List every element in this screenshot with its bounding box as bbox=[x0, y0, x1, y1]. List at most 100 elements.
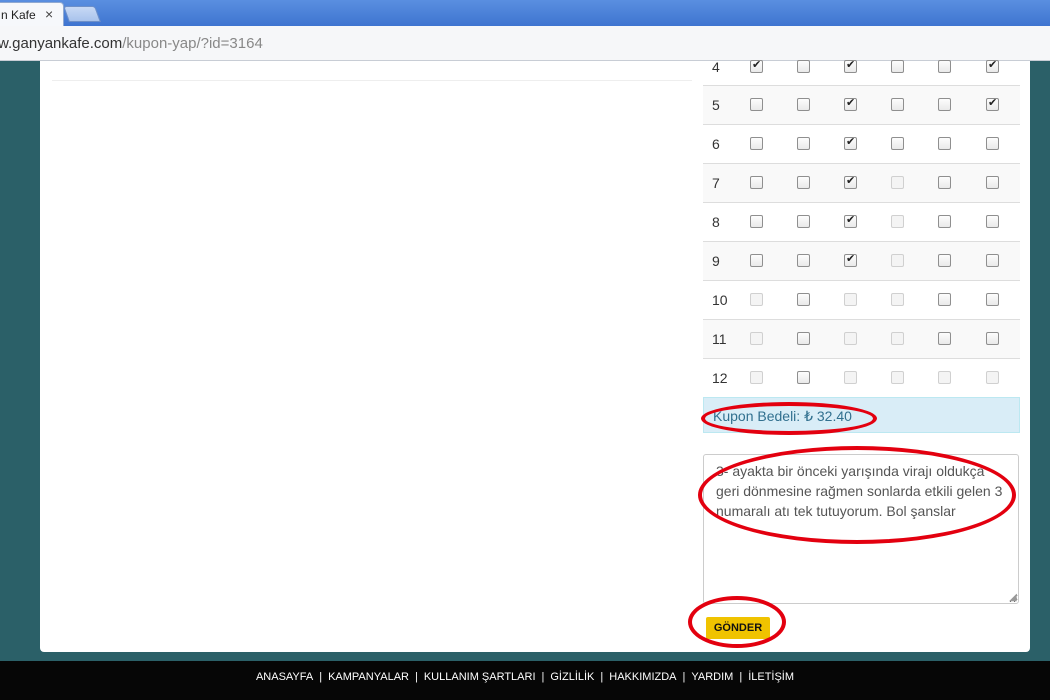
row-number: 4 bbox=[712, 59, 720, 75]
selection-checkbox[interactable] bbox=[938, 332, 951, 345]
footer-link[interactable]: HAKKIMIZDA bbox=[609, 671, 676, 683]
selection-checkbox[interactable] bbox=[938, 137, 951, 150]
selection-checkbox[interactable] bbox=[750, 176, 763, 189]
selection-checkbox[interactable] bbox=[797, 293, 810, 306]
selection-checkbox bbox=[844, 371, 857, 384]
comment-textarea[interactable] bbox=[703, 454, 1019, 604]
url-path: /kupon-yap/?id=3164 bbox=[122, 35, 263, 52]
selection-checkbox[interactable] bbox=[844, 213, 857, 228]
selection-checkbox[interactable] bbox=[891, 60, 904, 73]
selection-checkbox bbox=[750, 371, 763, 384]
selection-checkbox[interactable] bbox=[750, 58, 763, 73]
selection-checkbox[interactable] bbox=[938, 176, 951, 189]
selection-checkbox[interactable] bbox=[986, 58, 999, 73]
footer-link[interactable]: KULLANIM ŞARTLARI bbox=[424, 671, 536, 683]
footer-separator: | bbox=[682, 671, 686, 683]
coupon-price: Kupon Bedeli: ₺ 32.40 bbox=[713, 408, 852, 424]
selection-checkbox[interactable] bbox=[844, 58, 857, 73]
selection-checkbox[interactable] bbox=[844, 174, 857, 189]
row-number: 8 bbox=[712, 214, 720, 230]
selection-checkbox[interactable] bbox=[797, 60, 810, 73]
selection-checkbox[interactable] bbox=[938, 215, 951, 228]
footer-link[interactable]: ANASAYFA bbox=[256, 671, 313, 683]
send-button[interactable]: GÖNDER bbox=[706, 617, 770, 639]
table-row: 5 bbox=[703, 85, 1020, 124]
row-number: 5 bbox=[712, 97, 720, 113]
selection-checkbox[interactable] bbox=[844, 135, 857, 150]
selection-checkbox bbox=[891, 215, 904, 228]
selection-checkbox bbox=[750, 332, 763, 345]
selection-checkbox bbox=[891, 332, 904, 345]
selection-checkbox[interactable] bbox=[750, 137, 763, 150]
close-tab-icon[interactable]: × bbox=[45, 6, 53, 22]
selection-checkbox[interactable] bbox=[986, 96, 999, 111]
selection-checkbox[interactable] bbox=[797, 215, 810, 228]
footer: ANASAYFA | KAMPANYALAR | KULLANIM ŞARTLARI | G… bbox=[0, 661, 1050, 700]
row-number: 12 bbox=[712, 370, 728, 386]
selection-checkbox[interactable] bbox=[938, 98, 951, 111]
footer-separator: | bbox=[600, 671, 604, 683]
row-number: 6 bbox=[712, 136, 720, 152]
tab-title: n Kafe bbox=[1, 8, 36, 22]
selection-checkbox[interactable] bbox=[891, 137, 904, 150]
footer-separator: | bbox=[739, 671, 743, 683]
selection-checkbox bbox=[844, 332, 857, 345]
selection-checkbox[interactable] bbox=[844, 96, 857, 111]
selection-checkbox[interactable] bbox=[986, 215, 999, 228]
selection-checkbox bbox=[750, 293, 763, 306]
selection-checkbox bbox=[891, 293, 904, 306]
resize-grip-icon[interactable]: ◢ bbox=[1009, 592, 1017, 603]
selection-checkbox[interactable] bbox=[938, 254, 951, 267]
selection-checkbox[interactable] bbox=[938, 293, 951, 306]
browser-tab-bar: n Kafe × bbox=[0, 0, 1050, 26]
table-row: 4 bbox=[703, 58, 1020, 85]
selection-checkbox[interactable] bbox=[986, 254, 999, 267]
selection-checkbox[interactable] bbox=[891, 98, 904, 111]
footer-link[interactable]: İLETİŞİM bbox=[748, 671, 794, 683]
table-row: 11 bbox=[703, 319, 1020, 358]
browser-tab[interactable]: n Kafe × bbox=[0, 2, 64, 26]
selection-checkbox[interactable] bbox=[797, 254, 810, 267]
content-divider bbox=[52, 80, 692, 81]
footer-separator: | bbox=[319, 671, 323, 683]
selection-table: 4 5 6 7 8 9 10 11 12 bbox=[703, 58, 1020, 397]
footer-link[interactable]: YARDIM bbox=[691, 671, 733, 683]
coupon-price-bar: Kupon Bedeli: ₺ 32.40 bbox=[703, 397, 1020, 433]
row-number: 7 bbox=[712, 175, 720, 191]
table-row: 6 bbox=[703, 124, 1020, 163]
footer-separator: | bbox=[541, 671, 545, 683]
selection-checkbox[interactable] bbox=[986, 137, 999, 150]
table-row: 8 bbox=[703, 202, 1020, 241]
selection-checkbox[interactable] bbox=[797, 137, 810, 150]
footer-link[interactable]: KAMPANYALAR bbox=[328, 671, 409, 683]
new-tab-button[interactable] bbox=[63, 6, 101, 22]
row-number: 10 bbox=[712, 292, 728, 308]
selection-checkbox[interactable] bbox=[797, 176, 810, 189]
selection-checkbox[interactable] bbox=[938, 60, 951, 73]
address-bar[interactable]: w.ganyankafe.com/kupon-yap/?id=3164 bbox=[0, 26, 1050, 61]
table-row: 7 bbox=[703, 163, 1020, 202]
table-row: 10 bbox=[703, 280, 1020, 319]
selection-checkbox[interactable] bbox=[750, 215, 763, 228]
footer-nav: ANASAYFA | KAMPANYALAR | KULLANIM ŞARTLARI | G… bbox=[0, 671, 1050, 683]
footer-separator: | bbox=[414, 671, 418, 683]
selection-checkbox[interactable] bbox=[797, 332, 810, 345]
table-row: 9 bbox=[703, 241, 1020, 280]
footer-link[interactable]: GİZLİLİK bbox=[550, 671, 594, 683]
row-number: 11 bbox=[712, 331, 727, 347]
selection-checkbox bbox=[986, 371, 999, 384]
selection-checkbox[interactable] bbox=[986, 293, 999, 306]
selection-checkbox bbox=[891, 254, 904, 267]
selection-checkbox bbox=[891, 371, 904, 384]
selection-checkbox[interactable] bbox=[750, 254, 763, 267]
url-host: w.ganyankafe.com bbox=[0, 35, 123, 52]
selection-checkbox bbox=[891, 176, 904, 189]
selection-checkbox[interactable] bbox=[986, 332, 999, 345]
row-number: 9 bbox=[712, 253, 720, 269]
selection-checkbox[interactable] bbox=[986, 176, 999, 189]
selection-checkbox[interactable] bbox=[844, 252, 857, 267]
selection-checkbox[interactable] bbox=[797, 98, 810, 111]
selection-checkbox[interactable] bbox=[797, 371, 810, 384]
url-text[interactable]: w.ganyankafe.com/kupon-yap/?id=3164 bbox=[0, 35, 263, 52]
selection-checkbox[interactable] bbox=[750, 98, 763, 111]
